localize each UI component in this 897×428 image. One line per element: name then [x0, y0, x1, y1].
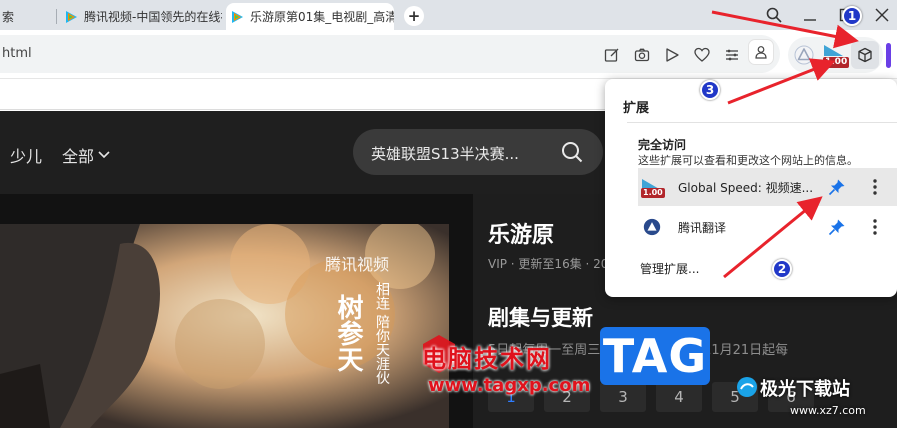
favorite-heart-icon[interactable]	[692, 45, 712, 65]
search-tabs-icon[interactable]	[764, 5, 784, 25]
nav-item-all[interactable]: 全部	[62, 143, 111, 167]
episodes-heading: 剧集与更新	[488, 306, 593, 330]
tencent-translate-icon	[794, 45, 814, 65]
user-icon	[755, 46, 767, 59]
tencent-translate-extension-button[interactable]	[790, 41, 818, 69]
more-vertical-icon[interactable]	[870, 216, 880, 238]
watermark-aurora-icon	[737, 377, 757, 397]
more-vertical-icon[interactable]	[870, 176, 880, 198]
browser-toolbar: html 1.00	[0, 30, 897, 79]
address-bar-url[interactable]: html	[2, 46, 32, 61]
address-bar[interactable]: html	[0, 35, 780, 73]
tab-1[interactable]: 索	[0, 3, 52, 30]
tab-label: 乐游原第01集_电视剧_高清	[250, 10, 394, 24]
annotation-badge-2: 2	[772, 259, 792, 279]
video-player[interactable]: 腾讯视频 树参天 相连 陪你天涯伙	[0, 224, 449, 428]
show-meta: VIP · 更新至16集 · 2023	[488, 257, 624, 271]
chevron-down-icon	[98, 151, 110, 159]
close-icon[interactable]	[872, 5, 892, 25]
tencent-video-favicon-icon	[66, 10, 77, 23]
extensions-cube-icon	[858, 47, 872, 63]
extension-name: 腾讯翻译	[678, 221, 727, 235]
poster-tagline: 相连 陪你天涯伙	[374, 282, 390, 385]
annotation-badge-3: 3	[700, 80, 720, 100]
send-play-icon[interactable]	[662, 45, 682, 65]
tab-label: 索	[2, 10, 15, 24]
tab-separator	[56, 9, 57, 24]
full-access-heading: 完全访问	[638, 138, 687, 152]
tab-label: 腾讯视频-中国领先的在线视频	[84, 10, 222, 24]
show-title: 乐游原	[488, 223, 555, 248]
popup-divider	[627, 122, 897, 123]
poster-title: 树参天	[333, 294, 363, 372]
nav-item-all-label: 全部	[62, 147, 95, 166]
tencent-video-favicon-icon	[232, 10, 243, 23]
sidebar-accent-bar[interactable]	[886, 43, 891, 68]
nav-item-kids[interactable]: 少儿	[10, 143, 42, 167]
speed-badge: 1.00	[641, 188, 665, 198]
global-speed-icon: 1.00	[641, 177, 665, 199]
annotation-badge-1: 1	[842, 6, 862, 26]
extension-name: Global Speed: 视频速...	[678, 181, 814, 195]
watermark-site-name: 极光下载站	[760, 379, 850, 400]
episode-button[interactable]: 3	[600, 382, 646, 412]
edit-share-icon[interactable]	[602, 45, 622, 65]
site-search-box[interactable]: 英雄联盟S13半决赛...	[353, 129, 603, 175]
site-search-text[interactable]: 英雄联盟S13半决赛...	[371, 143, 519, 164]
pin-icon[interactable]	[828, 178, 846, 196]
screenshot-camera-icon[interactable]	[632, 45, 652, 65]
extension-row-tencent-translate[interactable]: 腾讯翻译	[638, 208, 897, 246]
tab-2[interactable]: 腾讯视频-中国领先的在线视频	[60, 3, 222, 30]
poster-logo-text: 腾讯视频	[325, 255, 390, 274]
extensions-toolbar-group: 1.00	[788, 37, 883, 73]
search-icon[interactable]	[560, 140, 584, 164]
global-speed-icon	[824, 45, 843, 56]
watermark-url: www.tagxp.com	[428, 375, 591, 396]
tab-strip: 索 腾讯视频-中国领先的在线视频 乐游原第01集_电视剧_高清 +	[0, 0, 897, 30]
profile-button[interactable]	[748, 39, 774, 65]
tab-3-active[interactable]: 乐游原第01集_电视剧_高清	[226, 3, 394, 30]
pin-icon[interactable]	[828, 218, 846, 236]
new-tab-button[interactable]: +	[404, 6, 424, 26]
watermark-tag-logo: TAG	[600, 327, 710, 385]
extension-row-global-speed[interactable]: 1.00 Global Speed: 视频速...	[638, 168, 897, 206]
tencent-translate-icon	[643, 218, 661, 236]
manage-extensions-link[interactable]: 管理扩展...	[640, 260, 699, 277]
global-speed-extension-button[interactable]: 1.00	[821, 41, 850, 69]
extensions-popup: 扩展 完全访问 这些扩展可以查看和更改这个网站上的信息。 1.00 Global…	[605, 79, 897, 297]
episode-button[interactable]: 4	[656, 382, 702, 412]
full-access-description: 这些扩展可以查看和更改这个网站上的信息。	[638, 154, 858, 167]
minimize-icon[interactable]	[800, 5, 820, 25]
tab-list-icon[interactable]	[722, 45, 742, 65]
extensions-popup-title: 扩展	[623, 101, 650, 116]
extensions-menu-button[interactable]	[851, 41, 879, 69]
speed-badge: 1.00	[823, 57, 850, 68]
watermark-title: 电脑技术网	[422, 345, 552, 373]
watermark-site-url: www.xz7.com	[790, 404, 866, 417]
